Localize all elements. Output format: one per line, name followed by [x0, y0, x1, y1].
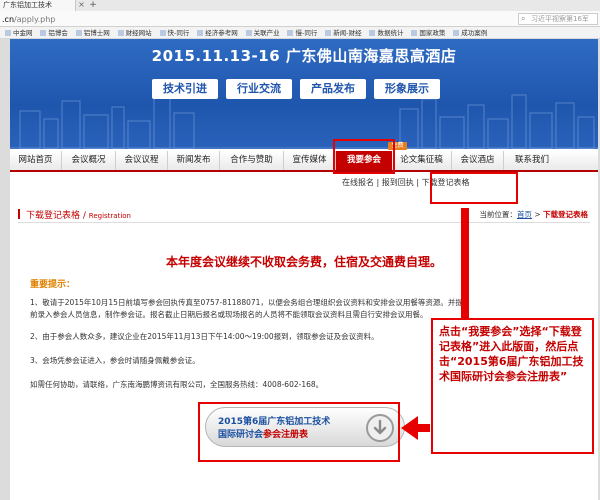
- subnav-online-signup[interactable]: 在线报名: [342, 178, 374, 187]
- bookmark-item[interactable]: 经济参考网: [197, 27, 238, 38]
- nav-item-join[interactable]: 我要参会: [336, 151, 392, 170]
- nav-item-overview[interactable]: 会议概况: [62, 151, 116, 170]
- banner-title: 2015.11.13-16 广东佛山南海嘉思高酒店: [151, 47, 457, 65]
- search-placeholder: 习近平视察第16军: [531, 15, 589, 23]
- folder-icon: [411, 30, 418, 36]
- folder-icon: [287, 30, 294, 36]
- bookmark-item[interactable]: 铝博士网: [75, 27, 110, 38]
- notice-paragraph-1: 1、敬请于2015年10月15日前填写参会回执传真至0757-81188071，…: [30, 298, 463, 319]
- sub-nav: 在线报名 | 报到回执 | 下载登记表格: [342, 177, 582, 189]
- breadcrumb-marker: [18, 209, 20, 219]
- download-arrow-glyph: [373, 419, 387, 435]
- url-host: .cn: [2, 15, 15, 24]
- fee-headline: 本年度会议继续不收取会务费，住宿及交通费自理。: [165, 255, 442, 269]
- banner-button-product[interactable]: 产品发布: [300, 79, 366, 99]
- banner-button-tech[interactable]: 技术引进: [152, 79, 218, 99]
- bookmark-item[interactable]: 铝博会: [40, 27, 68, 38]
- nav-item-sponsor[interactable]: 合作与赞助: [220, 151, 284, 170]
- bookmarks-bar: 中金网 铝博会 铝博士网 财经网站 快-同行 经济参考网 关联产业 慢-同行 新…: [0, 27, 600, 39]
- nav-item-hotel[interactable]: 会议酒店: [452, 151, 504, 170]
- folder-icon: [117, 30, 124, 36]
- bookmark-item[interactable]: 快-同行: [159, 27, 189, 38]
- breadcrumb-location: 当前位置：首页 > 下载登记表格: [479, 210, 588, 219]
- notice-paragraph-2: 2、由于参会人数众多，建议企业在2015年11月13日下午14:00～19:00…: [30, 332, 379, 341]
- folder-icon: [369, 30, 376, 36]
- bookmark-item[interactable]: 成功案例: [453, 27, 487, 38]
- notice-paragraph-3: 3、会场凭参会证进入，参会时请随身佩戴参会证。: [30, 356, 200, 365]
- bookmark-item[interactable]: 慢-同行: [287, 27, 317, 38]
- bookmark-item[interactable]: 数据统计: [369, 27, 403, 38]
- notice-title: 重要提示：: [30, 280, 76, 290]
- breadcrumb-current: 下载登记表格: [543, 210, 588, 219]
- folder-icon: [245, 30, 252, 36]
- nav-item-papers[interactable]: 论文集征稿: [392, 151, 452, 170]
- subnav-receipt[interactable]: 报到回执: [382, 178, 414, 187]
- free-badge: 免费: [388, 142, 407, 150]
- browser-search-input[interactable]: ⌕ 习近平视察第16军: [518, 13, 598, 25]
- bookmark-icon: [5, 30, 11, 36]
- folder-icon: [325, 30, 332, 36]
- tab-title: 广东铝加工技术: [3, 1, 52, 9]
- main-nav: 网站首页 会议概况 会议议程 新闻发布 合作与赞助 宣传媒体 我要参会 论文集征…: [10, 151, 598, 172]
- download-button-line1: 2015第6届广东铝加工技术: [218, 417, 331, 427]
- download-arrow-icon: [366, 414, 394, 442]
- tab-close-icon[interactable]: ×: [77, 0, 86, 11]
- bookmark-item[interactable]: 财经网站: [117, 27, 152, 38]
- nav-item-agenda[interactable]: 会议议程: [116, 151, 168, 170]
- conference-banner: 2015.11.13-16 广东佛山南海嘉思高酒店 技术引进 行业交流 产品发布…: [10, 39, 598, 149]
- folder-icon: [453, 30, 460, 36]
- bookmark-item[interactable]: 中金网: [5, 27, 33, 38]
- bookmark-item[interactable]: 新闻-财经: [325, 27, 362, 38]
- browser-tab[interactable]: 广东铝加工技术: [0, 0, 76, 11]
- instruction-annotation: 点击“我要参会”选择“下载登记表格”进入此版面，然后点击“2015第6届广东铝加…: [431, 318, 594, 454]
- nav-item-news[interactable]: 新闻发布: [168, 151, 220, 170]
- nav-item-home[interactable]: 网站首页: [10, 151, 62, 170]
- section-title: 下载登记表格 / Registration: [26, 211, 131, 221]
- url-path: /apply.php: [14, 15, 56, 24]
- contact-paragraph: 如需任何协助，请联络，广东南海鹏博资讯有限公司，全国服务热线：4008-602-…: [30, 380, 324, 389]
- folder-icon: [159, 30, 166, 36]
- browser-tab-strip: 广东铝加工技术 × +: [0, 0, 600, 11]
- search-icon: ⌕: [521, 14, 526, 23]
- bookmark-icon: [40, 30, 47, 36]
- breadcrumb-home-link[interactable]: 首页: [517, 210, 532, 219]
- url-field[interactable]: .cn/apply.php: [2, 14, 442, 25]
- download-button-line2: 国际研讨会参会注册表: [218, 430, 309, 440]
- address-bar: .cn/apply.php ⌕ 习近平视察第16军: [0, 11, 600, 27]
- bookmark-icon: [197, 30, 204, 36]
- bookmark-icon: [75, 30, 82, 36]
- bookmark-item[interactable]: 关联产业: [245, 27, 280, 38]
- nav-item-media[interactable]: 宣传媒体: [284, 151, 336, 170]
- bookmark-item[interactable]: 国家政策: [411, 27, 445, 38]
- subnav-download-form[interactable]: 下载登记表格: [422, 178, 470, 187]
- breadcrumb: 下载登记表格 / Registration 当前位置：首页 > 下载登记表格: [18, 207, 590, 223]
- banner-button-image[interactable]: 形象展示: [374, 79, 440, 99]
- screenshot-root: 广东铝加工技术 × + .cn/apply.php ⌕ 习近平视察第16军 中金网…: [0, 0, 600, 500]
- subnav-separator: |: [413, 178, 422, 187]
- banner-button-exchange[interactable]: 行业交流: [226, 79, 292, 99]
- nav-item-contact[interactable]: 联系我们: [504, 151, 560, 170]
- banner-buttons: 技术引进 行业交流 产品发布 形象展示: [152, 79, 452, 99]
- download-registration-button[interactable]: 2015第6届广东铝加工技术 国际研讨会参会注册表: [205, 407, 405, 447]
- new-tab-button[interactable]: +: [88, 0, 98, 11]
- subnav-separator: |: [374, 178, 382, 187]
